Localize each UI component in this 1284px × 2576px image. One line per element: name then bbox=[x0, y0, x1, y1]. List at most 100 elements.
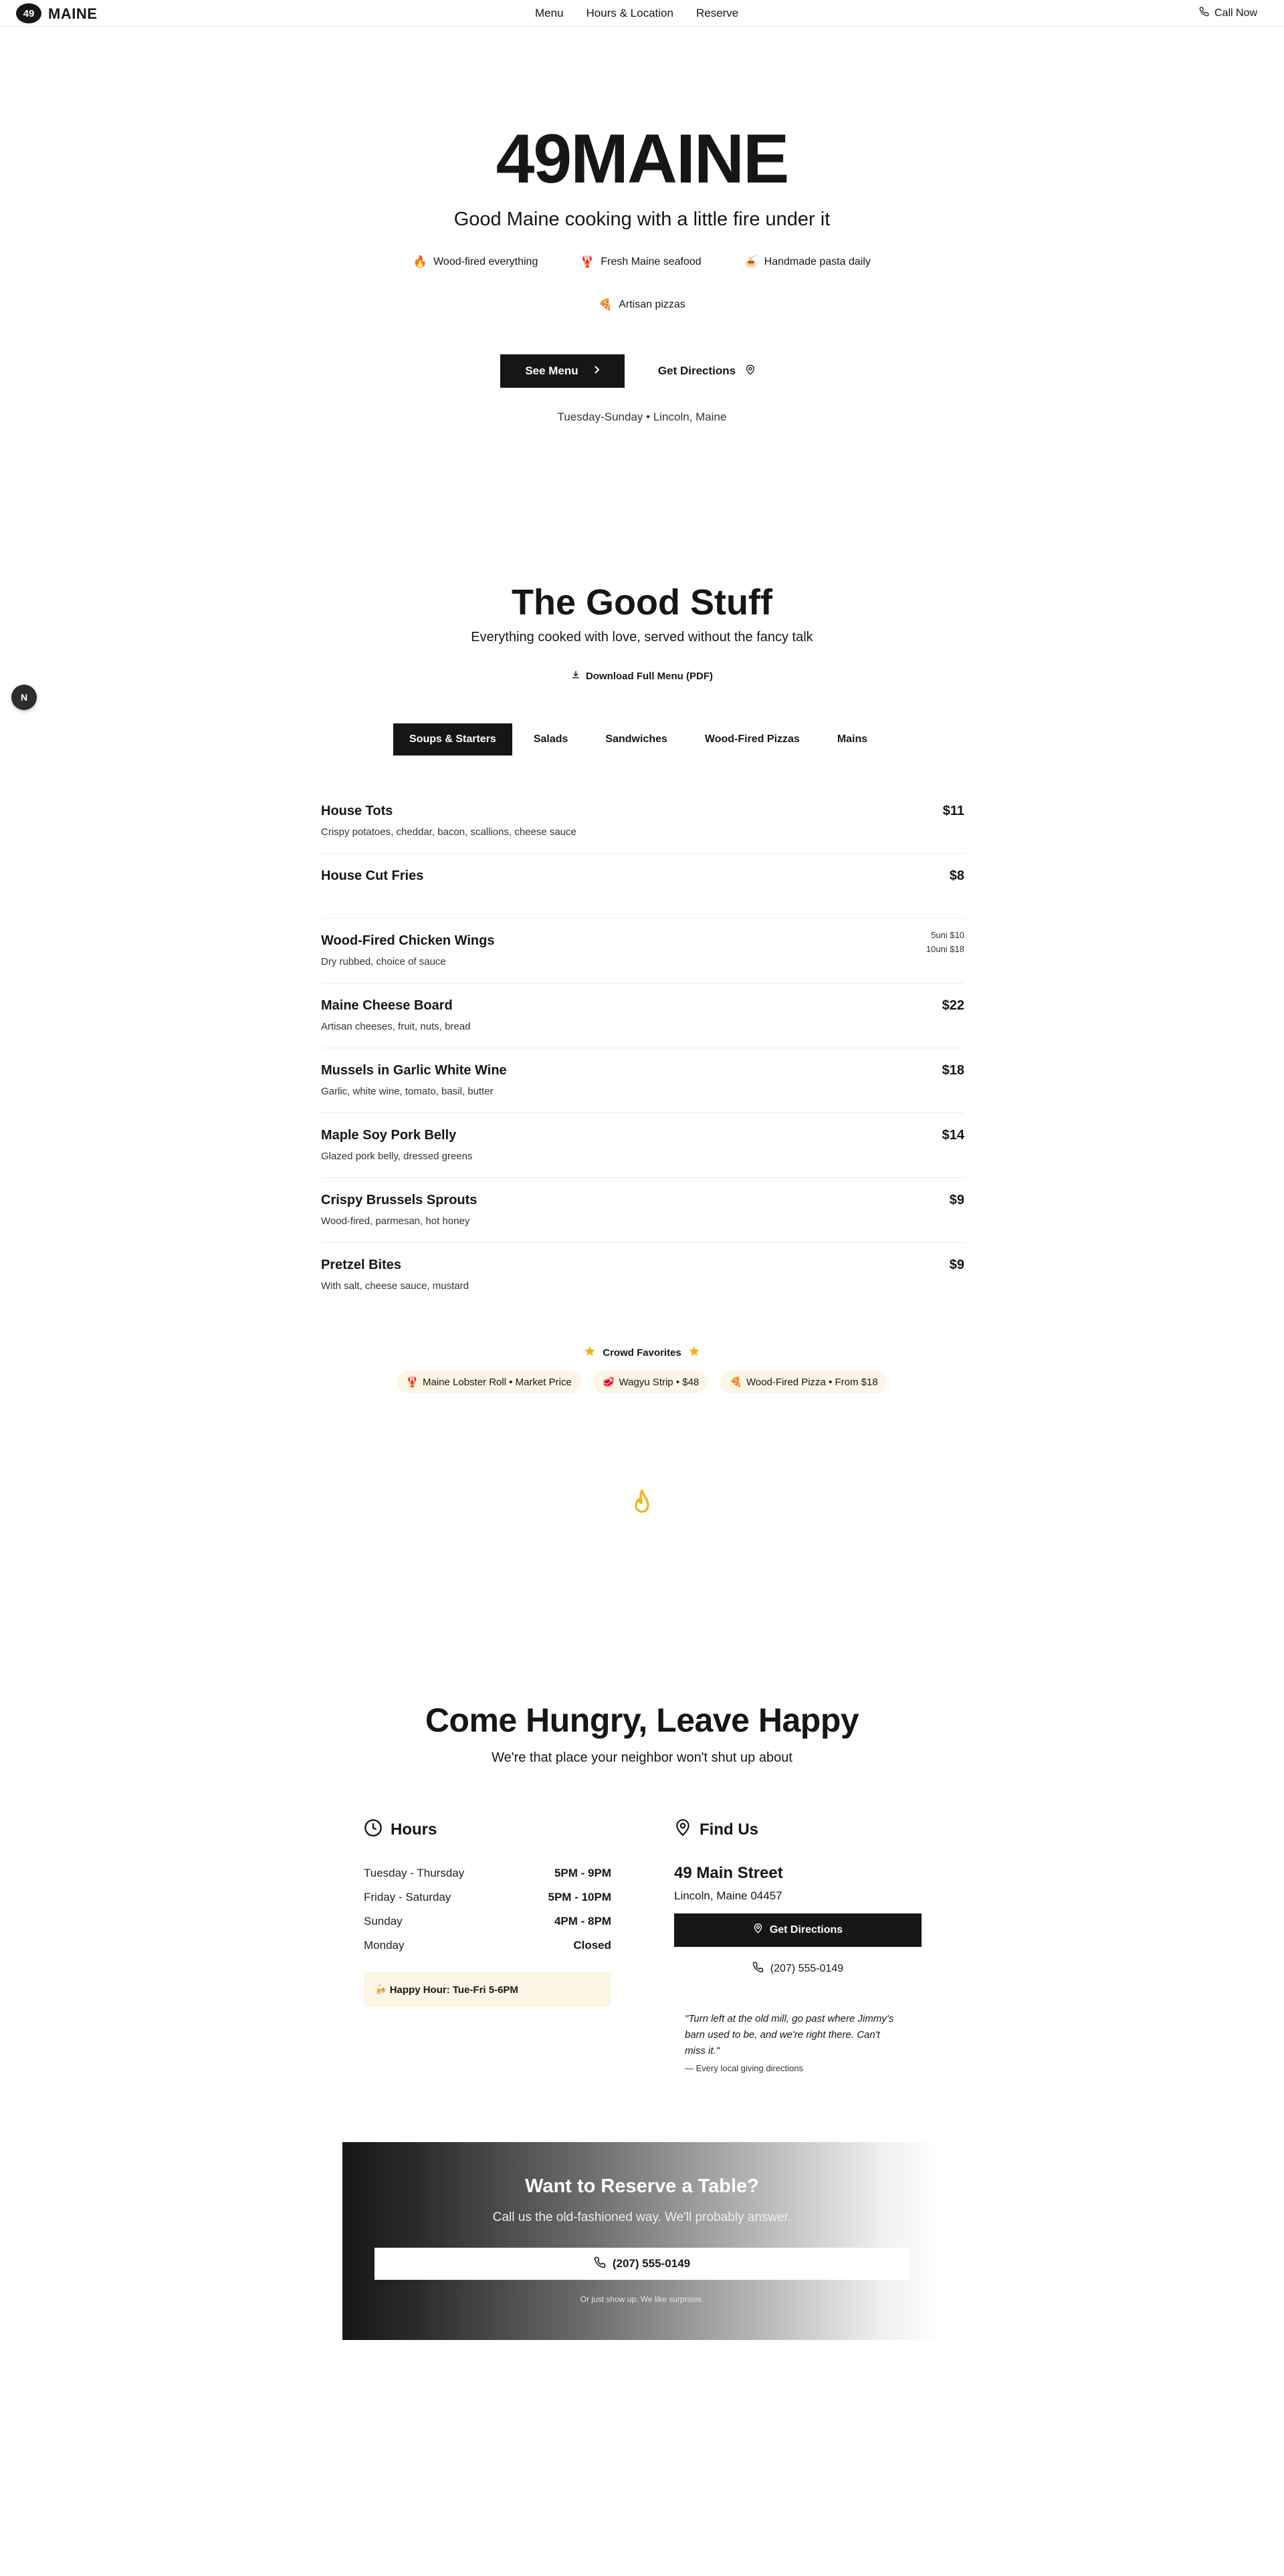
find-us-title: Find Us bbox=[700, 1821, 758, 1839]
tab-wood-fired-pizzas[interactable]: Wood-Fired Pizzas bbox=[689, 723, 816, 755]
top-navbar: 49 MAINE Menu Hours & Location Reserve C… bbox=[0, 0, 1284, 27]
cta-title: Want to Reserve a Table? bbox=[525, 2176, 759, 2197]
visit-section-subtitle: We're that place your neighbor won't shu… bbox=[492, 1750, 792, 1765]
menu-item-name: Wood-Fired Chicken Wings bbox=[321, 933, 495, 948]
menu-item-price: $14 bbox=[942, 1128, 964, 1143]
map-pin-icon bbox=[745, 364, 756, 379]
see-menu-label: See Menu bbox=[525, 364, 578, 377]
get-directions-button[interactable]: Get Directions bbox=[643, 354, 770, 388]
hours-day: Sunday bbox=[364, 1915, 403, 1927]
tab-sandwiches[interactable]: Sandwiches bbox=[589, 723, 683, 755]
directions-button[interactable]: Get Directions bbox=[674, 1913, 922, 1947]
visit-section-title: Come Hungry, Leave Happy bbox=[425, 1702, 859, 1739]
menu-item-price: $9 bbox=[949, 1193, 964, 1207]
nav-links: Menu Hours & Location Reserve bbox=[535, 7, 738, 20]
download-menu-label: Download Full Menu (PDF) bbox=[586, 670, 713, 682]
menu-item: House Cut Fries $8 bbox=[321, 854, 964, 919]
menu-item-description: Glazed pork belly, dressed greens bbox=[321, 1151, 473, 1162]
menu-item-price: $11 bbox=[942, 804, 964, 818]
call-now-label: Call Now bbox=[1214, 7, 1257, 19]
menu-item-price: $8 bbox=[949, 868, 964, 883]
menu-item-list: House Tots Crispy potatoes, cheddar, bac… bbox=[321, 789, 964, 1308]
nav-link-hours-location[interactable]: Hours & Location bbox=[586, 7, 673, 20]
lobster-icon: 🦞 bbox=[406, 1377, 419, 1388]
lobster-icon: 🦞 bbox=[580, 255, 595, 268]
menu-item-name: Mussels in Garlic White Wine bbox=[321, 1063, 507, 1078]
hero-tagline: Good Maine cooking with a little fire un… bbox=[453, 209, 831, 230]
menu-item: Mussels in Garlic White Wine Garlic, whi… bbox=[321, 1048, 964, 1113]
favorite-pill: 🦞 Maine Lobster Roll • Market Price bbox=[397, 1371, 581, 1393]
menu-category-tabs: Soups & Starters Salads Sandwiches Wood-… bbox=[393, 723, 883, 755]
nav-link-menu[interactable]: Menu bbox=[535, 7, 564, 20]
find-us-card: Find Us 49 Main Street Lincoln, Maine 04… bbox=[674, 1819, 922, 2073]
phone-icon bbox=[752, 1962, 764, 1976]
cta-phone-number: (207) 555-0149 bbox=[612, 2257, 691, 2270]
phone-icon bbox=[1199, 7, 1209, 20]
hours-row: Monday Closed bbox=[364, 1934, 611, 1958]
menu-item-description: Dry rubbed, choice of sauce bbox=[321, 956, 446, 967]
map-pin-icon bbox=[674, 1818, 691, 1843]
crowd-favorites-title: Crowd Favorites bbox=[603, 1346, 681, 1359]
directions-quote: "Turn left at the old mill, go past wher… bbox=[685, 2013, 894, 2057]
favorite-label: Wagyu Strip • $48 bbox=[619, 1376, 700, 1388]
menu-item-name: Crispy Brussels Sprouts bbox=[321, 1193, 477, 1207]
hours-time: 5PM - 10PM bbox=[548, 1891, 611, 1903]
favorite-label: Maine Lobster Roll • Market Price bbox=[422, 1376, 572, 1388]
clock-icon bbox=[364, 1819, 383, 1842]
tab-salads[interactable]: Salads bbox=[518, 723, 584, 755]
star-icon bbox=[688, 1345, 700, 1360]
feature-label: Artisan pizzas bbox=[619, 299, 685, 310]
floating-badge-button[interactable]: N bbox=[11, 685, 37, 710]
phone-icon bbox=[594, 2256, 606, 2272]
phone-link[interactable]: (207) 555-0149 bbox=[674, 1962, 922, 1976]
logo-badge[interactable]: 49 bbox=[16, 3, 41, 23]
menu-item: Wood-Fired Chicken Wings Dry rubbed, cho… bbox=[321, 919, 964, 983]
menu-item-price-options: 5uni $10 10uni $18 bbox=[926, 928, 964, 956]
nav-link-reserve[interactable]: Reserve bbox=[696, 7, 738, 20]
tab-mains[interactable]: Mains bbox=[821, 723, 883, 755]
menu-item-description: Wood-fired, parmesan, hot honey bbox=[321, 1215, 470, 1227]
download-icon bbox=[571, 670, 580, 682]
call-now-button[interactable]: Call Now bbox=[1199, 7, 1257, 20]
pizza-icon: 🍕 bbox=[598, 298, 613, 311]
menu-item-description: Garlic, white wine, tomato, basil, butte… bbox=[321, 1086, 494, 1097]
cta-phone-button[interactable]: (207) 555-0149 bbox=[374, 2248, 909, 2280]
feature-item: 🔥 Wood-fired everything bbox=[413, 254, 538, 270]
directions-label: Get Directions bbox=[769, 1924, 843, 1936]
menu-item-description: With salt, cheese sauce, mustard bbox=[321, 1280, 469, 1292]
menu-item-name: Maple Soy Pork Belly bbox=[321, 1128, 457, 1143]
happy-hour-box: 🍻 Happy Hour: Tue-Fri 5-6PM bbox=[364, 1972, 611, 2007]
crowd-favorites-heading: Crowd Favorites bbox=[0, 1345, 1284, 1360]
tab-soups-starters[interactable]: Soups & Starters bbox=[393, 723, 512, 755]
feature-item: 🦞 Fresh Maine seafood bbox=[580, 254, 702, 270]
price-option: 5uni $10 bbox=[931, 930, 964, 940]
menu-item-price: $9 bbox=[949, 1258, 964, 1272]
hours-heading: Hours bbox=[364, 1819, 611, 1841]
street-address: 49 Main Street bbox=[674, 1864, 783, 1882]
hours-day: Friday - Saturday bbox=[364, 1891, 451, 1903]
menu-item-description: Artisan cheeses, fruit, nuts, bread bbox=[321, 1021, 471, 1032]
menu-item-name: House Cut Fries bbox=[321, 868, 424, 883]
star-icon bbox=[584, 1345, 596, 1360]
menu-item-name: Maine Cheese Board bbox=[321, 998, 453, 1013]
steak-icon: 🥩 bbox=[602, 1377, 615, 1388]
see-menu-button[interactable]: See Menu bbox=[500, 354, 625, 388]
menu-section-title: The Good Stuff bbox=[512, 582, 772, 622]
menu-item-price: $18 bbox=[942, 1063, 964, 1078]
flame-icon bbox=[630, 1488, 654, 1519]
happy-hour-text: Happy Hour: Tue-Fri 5-6PM bbox=[389, 1984, 518, 1996]
hero-features: 🔥 Wood-fired everything 🦞 Fresh Maine se… bbox=[374, 254, 909, 313]
city-address: Lincoln, Maine 04457 bbox=[674, 1889, 782, 1902]
find-us-heading: Find Us bbox=[674, 1819, 922, 1841]
logo-text[interactable]: MAINE bbox=[48, 5, 97, 23]
hours-day: Monday bbox=[364, 1939, 405, 1952]
favorite-label: Wood-Fired Pizza • From $18 bbox=[746, 1376, 878, 1388]
phone-number: (207) 555-0149 bbox=[770, 1963, 844, 1974]
cta-subtitle: Call us the old-fashioned way. We'll pro… bbox=[492, 2210, 792, 2224]
hours-row: Tuesday - Thursday 5PM - 9PM bbox=[364, 1861, 611, 1885]
favorite-pill: 🍕 Wood-Fired Pizza • From $18 bbox=[720, 1371, 887, 1393]
download-menu-link[interactable]: Download Full Menu (PDF) bbox=[0, 670, 1284, 682]
feature-label: Wood-fired everything bbox=[433, 256, 538, 267]
hours-row: Friday - Saturday 5PM - 10PM bbox=[364, 1885, 611, 1909]
cta-note: Or just show up. We like surprises. bbox=[580, 2295, 704, 2304]
